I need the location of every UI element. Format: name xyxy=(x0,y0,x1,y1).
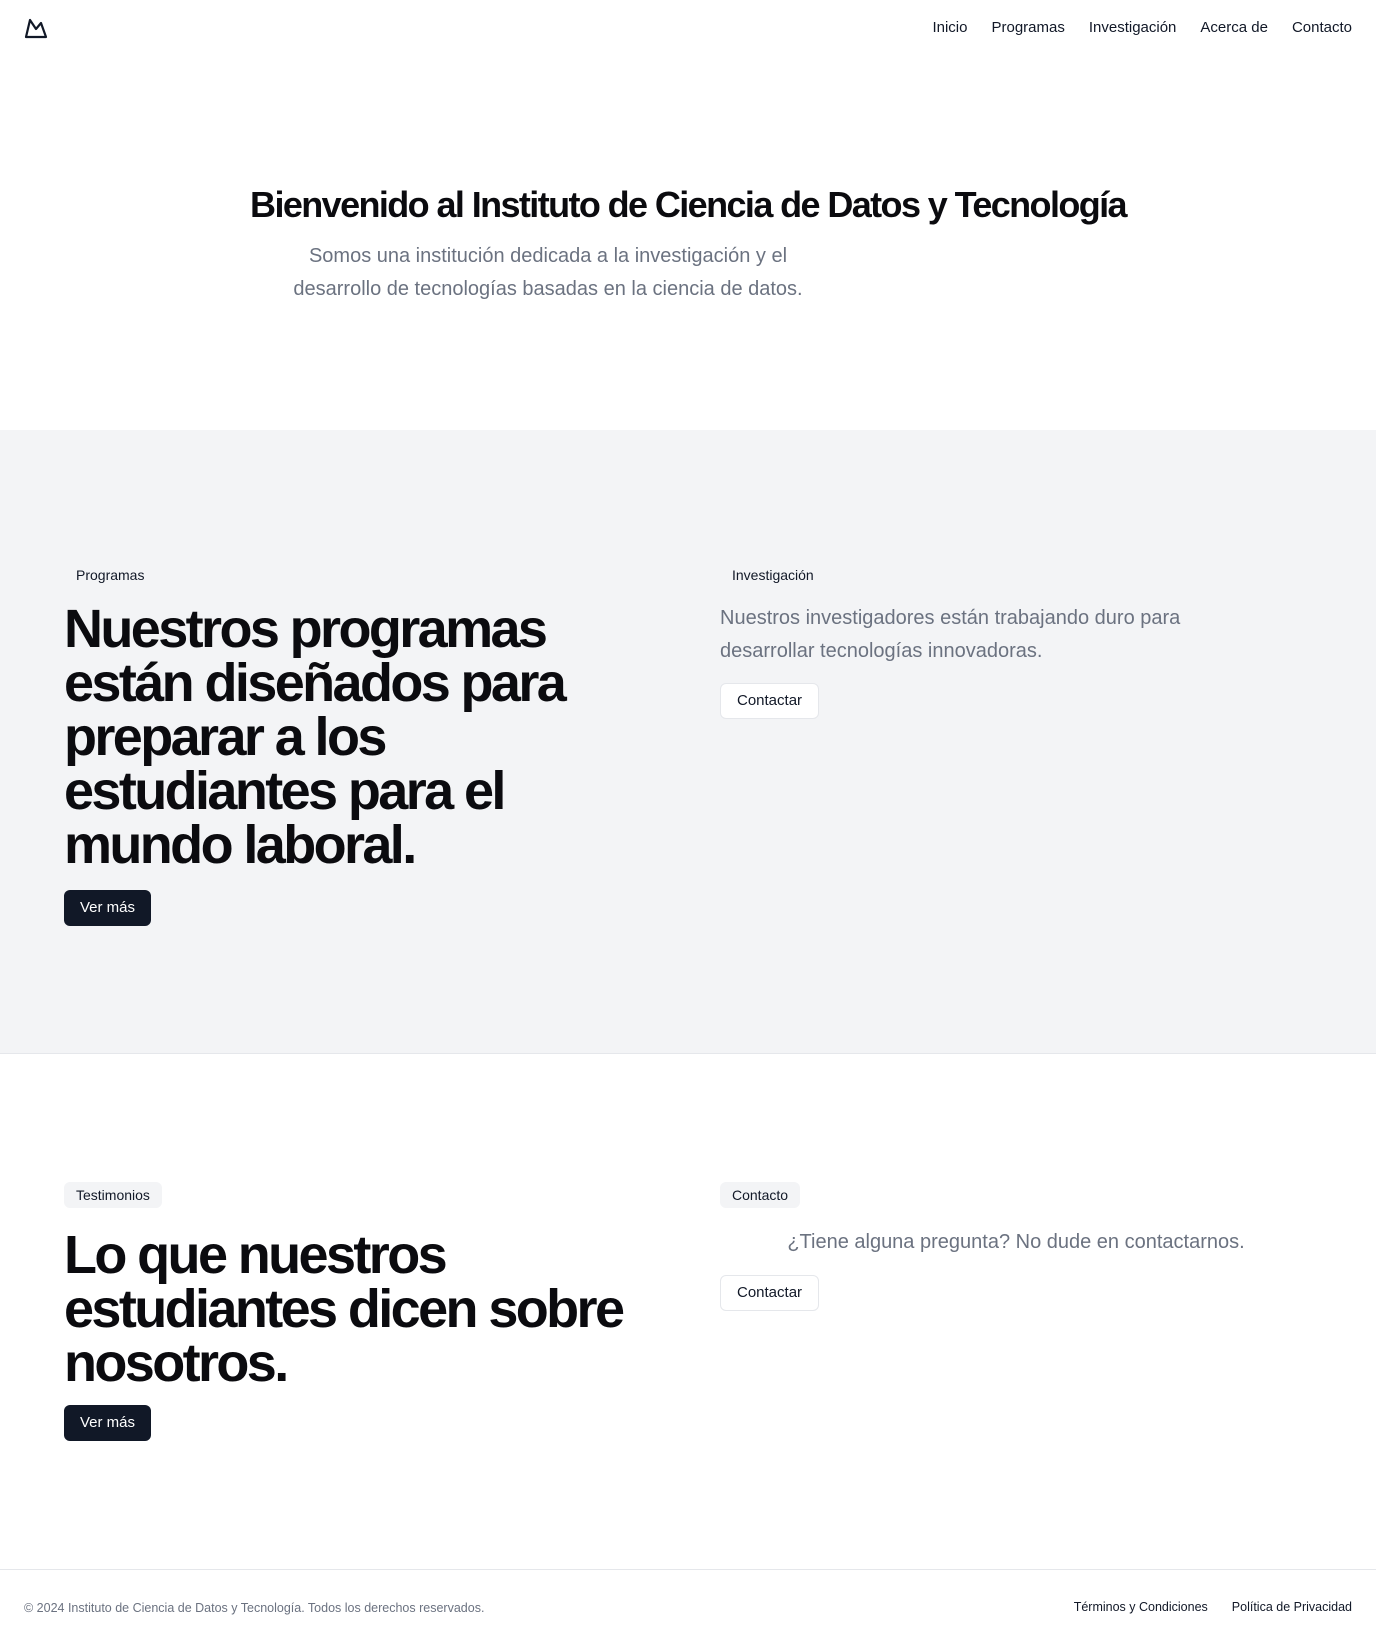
research-text: Nuestros investigadores están trabajando… xyxy=(720,607,1181,662)
contact-contactar-button[interactable]: Contactar xyxy=(720,1275,820,1311)
terms-link[interactable]: Términos y Condiciones xyxy=(1074,1600,1208,1614)
hero-subtitle: Somos una institución dedicada a la inve… xyxy=(293,245,803,300)
mountain-icon[interactable] xyxy=(24,17,48,39)
programs-badge: Programas xyxy=(76,567,145,583)
contact-text: ¿Tiene alguna pregunta? No dude en conta… xyxy=(787,1231,1245,1253)
nav-link-investigacion[interactable]: Investigación xyxy=(1089,18,1177,38)
hero-section: Bienvenido al Instituto de Ciencia de Da… xyxy=(0,56,1376,430)
programs-title: Nuestros programas están diseñados para … xyxy=(64,599,567,875)
testimonials-contact-section: Testimonios Lo que nuestros estudiantes … xyxy=(0,1054,1376,1570)
testimonials-title: Lo que nuestros estudiantes dicen sobre … xyxy=(64,1225,625,1393)
contact-badge: Contacto xyxy=(720,1182,801,1208)
nav-link-inicio[interactable]: Inicio xyxy=(932,18,967,38)
programs-research-section: Programas Nuestros programas están diseñ… xyxy=(0,430,1376,1054)
privacy-link[interactable]: Política de Privacidad xyxy=(1232,1600,1352,1614)
copyright-text: © 2024 Instituto de Ciencia de Datos y T… xyxy=(24,1601,485,1615)
main-nav: Inicio Programas Investigación Acerca de… xyxy=(932,18,1352,38)
research-contactar-button[interactable]: Contactar xyxy=(720,683,820,719)
site-footer: © 2024 Instituto de Ciencia de Datos y T… xyxy=(0,1569,1376,1635)
footer-links: Términos y Condiciones Política de Priva… xyxy=(1074,1600,1352,1614)
nav-link-contacto[interactable]: Contacto xyxy=(1292,18,1352,38)
research-badge: Investigación xyxy=(732,567,814,583)
programs-ver-mas-button[interactable]: Ver más xyxy=(64,890,152,926)
testimonials-ver-mas-button[interactable]: Ver más xyxy=(64,1405,152,1441)
testimonials-badge: Testimonios xyxy=(64,1182,162,1208)
hero-title: Bienvenido al Instituto de Ciencia de Da… xyxy=(250,184,1128,225)
nav-link-acerca-de[interactable]: Acerca de xyxy=(1200,18,1268,38)
site-header: Inicio Programas Investigación Acerca de… xyxy=(0,0,1376,56)
nav-link-programas[interactable]: Programas xyxy=(991,18,1064,38)
